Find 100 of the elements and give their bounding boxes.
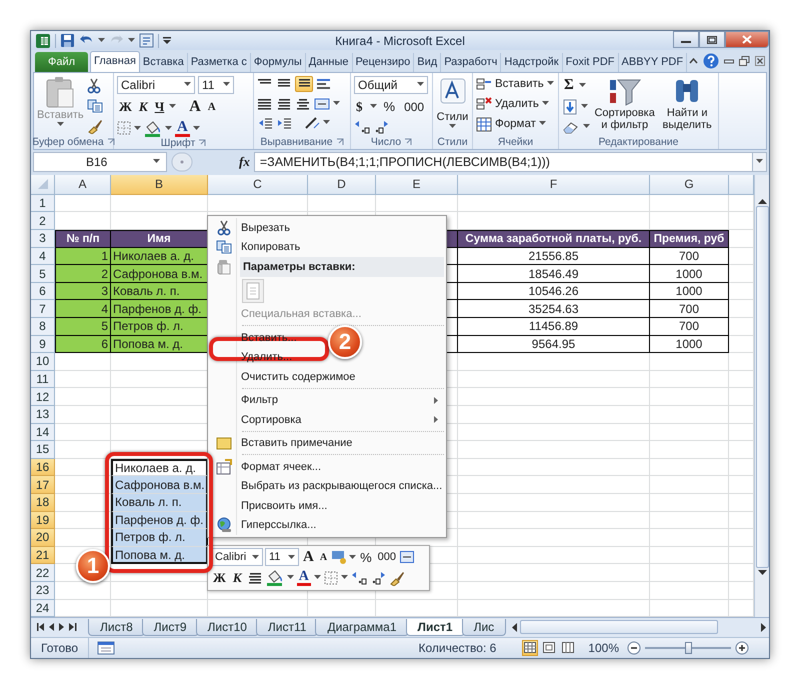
row-number[interactable]: 17 — [31, 476, 55, 494]
step-badge: 2 — [328, 325, 362, 359]
row-number[interactable]: 14 — [31, 424, 55, 442]
sort-filter-button[interactable]: Сортировка и фильтр — [593, 76, 656, 135]
table-cell: Сафронова в.м. — [111, 265, 208, 283]
italic-button[interactable]: К — [230, 570, 244, 586]
insert-function-button[interactable]: fx — [239, 154, 250, 170]
window-title: Книга4 - Microsoft Excel — [335, 34, 465, 48]
header-cell: Имя — [111, 230, 208, 248]
thousands-button[interactable]: 000 — [376, 551, 398, 563]
menu-item[interactable]: Гиперссылка... — [241, 519, 316, 532]
group-label: Выравнивание — [260, 136, 333, 148]
thousands-button[interactable]: 000 — [402, 100, 426, 114]
percent-button[interactable]: % — [382, 99, 398, 114]
file-tab[interactable]: Файл — [35, 52, 88, 72]
name-box[interactable]: B16 — [33, 152, 167, 172]
row-number[interactable]: 21 — [31, 546, 55, 564]
find-select-button[interactable]: Найти и выделить — [659, 76, 715, 135]
menu-item[interactable]: Фильтр — [241, 394, 278, 406]
row-number[interactable]: 16 — [31, 458, 55, 476]
column-header[interactable]: C — [208, 174, 308, 195]
column-header[interactable]: D — [308, 174, 376, 195]
shrink-font-button[interactable]: A — [318, 552, 330, 562]
formula-field[interactable]: =ЗАМЕНИТЬ(B4;1;1;ПРОПИСН(ЛЕВСИМВ(B4;1))) — [254, 152, 767, 172]
row-number[interactable]: 19 — [31, 512, 55, 530]
row-number[interactable]: 13 — [31, 406, 55, 424]
row-number[interactable]: 11 — [31, 370, 55, 388]
styles-button[interactable]: Стили — [436, 76, 469, 135]
column-header[interactable]: E — [376, 174, 458, 195]
menu-item[interactable]: Копировать — [241, 241, 300, 254]
sheet-tab[interactable]: Лис — [462, 618, 506, 636]
row-number[interactable]: 18 — [31, 494, 55, 512]
number-format-field[interactable]: Общий — [354, 76, 428, 94]
menu-item[interactable]: Вставить примечание — [241, 437, 352, 450]
table-cell: 35254.63 — [458, 300, 650, 318]
table-cell: Попова м. д. — [111, 546, 208, 564]
menu-item[interactable]: Формат ячеек... — [241, 460, 322, 473]
group-label: Число — [370, 136, 402, 148]
font-color-button[interactable]: A — [175, 120, 190, 137]
sheet-tab[interactable]: Лист8 — [88, 618, 145, 636]
bold-button[interactable]: Ж — [117, 98, 134, 115]
table-cell: Парфенов д. ф. — [111, 512, 208, 530]
autosum-button[interactable]: Σ — [562, 76, 576, 94]
italic-button[interactable]: К — [136, 98, 150, 115]
table-cell: 700 — [650, 300, 729, 318]
row-number[interactable]: 15 — [31, 441, 55, 459]
bold-button[interactable]: Ж — [211, 570, 228, 586]
font-size-field[interactable]: 11 — [198, 76, 234, 94]
currency-button[interactable]: $ — [354, 98, 364, 115]
row-number[interactable]: 2 — [31, 212, 55, 230]
menu-item[interactable]: Выбрать из раскрывающегося списка... — [241, 480, 442, 492]
row-number[interactable]: 9 — [31, 336, 55, 354]
shrink-font-button[interactable]: A — [206, 100, 218, 113]
ribbon-tab[interactable]: Главная — [90, 50, 140, 72]
row-number[interactable]: 7 — [31, 300, 55, 318]
sheet-tab[interactable]: Лист11 — [256, 618, 318, 636]
sheet-tab[interactable]: Лист1 — [406, 618, 465, 636]
table-cell: 4 — [55, 300, 111, 318]
row-number[interactable]: 22 — [31, 564, 55, 582]
font-color-button[interactable]: A — [296, 570, 311, 586]
column-header[interactable]: G — [650, 174, 729, 195]
table-cell: 700 — [650, 248, 729, 266]
row-number[interactable]: 3 — [31, 230, 55, 248]
menu-item[interactable]: Присвоить имя... — [241, 500, 328, 512]
table-cell: 21556.85 — [458, 248, 650, 266]
row-number[interactable]: 6 — [31, 282, 55, 300]
table-cell: Парфенов д. ф. — [111, 300, 208, 318]
row-number[interactable]: 8 — [31, 318, 55, 336]
menu-item[interactable]: Сортировка — [241, 414, 302, 426]
row-number[interactable]: 23 — [31, 582, 55, 600]
font-size-field[interactable]: 11 — [265, 548, 299, 566]
header-cell: Премия, руб — [650, 230, 729, 248]
row-number[interactable]: 10 — [31, 353, 55, 371]
row-number[interactable]: 4 — [31, 248, 55, 266]
column-header[interactable]: B — [111, 174, 208, 195]
row-number[interactable]: 5 — [31, 265, 55, 283]
font-field[interactable]: Calibri — [117, 76, 195, 94]
menu-item[interactable]: Очистить содержимое — [241, 370, 356, 383]
group-label: Редактирование — [598, 136, 678, 148]
grow-font-button[interactable]: A — [301, 548, 316, 566]
column-header[interactable]: F — [458, 174, 650, 195]
sheet-tab[interactable]: Диаграмма1 — [315, 618, 409, 636]
cells-menu-button[interactable]: Удалить — [476, 96, 554, 112]
sheet-tab[interactable]: Лист10 — [196, 618, 259, 636]
row-number[interactable]: 24 — [31, 600, 55, 618]
menu-item[interactable]: Вырезать — [241, 222, 290, 234]
table-cell: Николаев а. д. — [111, 248, 208, 266]
row-number[interactable]: 20 — [31, 529, 55, 547]
font-field[interactable]: Calibri — [211, 548, 263, 566]
table-cell: 1000 — [650, 336, 729, 354]
sheet-tab[interactable]: Лист9 — [142, 618, 198, 636]
cells-menu-button[interactable]: Вставить — [476, 76, 554, 92]
grow-font-button[interactable]: A — [187, 98, 203, 116]
cells-menu-button[interactable]: Формат — [476, 116, 554, 132]
underline-button[interactable]: Ч — [152, 98, 166, 115]
percent-button[interactable]: % — [358, 550, 374, 564]
count-text: Количество: 6 — [418, 640, 496, 655]
row-number[interactable]: 12 — [31, 388, 55, 406]
row-number[interactable]: 1 — [31, 194, 55, 212]
column-header[interactable]: A — [55, 174, 111, 195]
